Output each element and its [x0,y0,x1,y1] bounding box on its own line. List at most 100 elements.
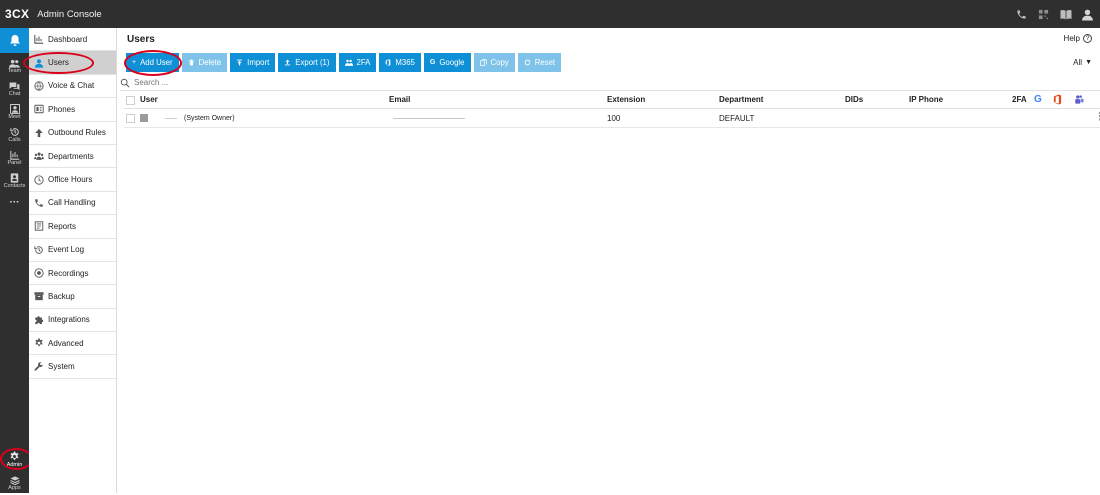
avatar [140,114,148,122]
department-cell: DEFAULT [719,114,755,123]
twofa-button[interactable]: 2FA [338,53,377,72]
history-icon [9,128,19,136]
copy-button[interactable]: Copy [473,53,515,72]
col-extension[interactable]: Extension [607,95,645,104]
sidebar-item-label: Departments [48,151,94,161]
delete-button[interactable]: Delete [181,53,228,72]
sidebar-item-users[interactable]: Users [29,51,116,75]
app-title: Admin Console [37,8,102,20]
office-icon [386,59,391,66]
sidebar-item-event-log[interactable]: Event Log [29,239,116,262]
search-input[interactable] [134,78,434,87]
sidebar-item-office-hours[interactable]: Office Hours [29,168,116,192]
copy-icon [479,59,487,66]
sidebar-item-recordings[interactable]: Recordings [29,262,116,286]
sidebar-item-label: Users [48,58,69,68]
sidebar-item-label: Integrations [48,315,90,325]
sidebar-item-label: Voice & Chat [48,81,95,91]
table-row[interactable]: (System Owner) 100 DEFAULT ⋮ [124,110,1100,128]
sidebar-item-call-handling[interactable]: Call Handling [29,192,116,216]
import-button[interactable]: Import [230,53,276,72]
admin-sidebar: Dashboard Users Voice & Chat Phones Outb… [23,28,117,493]
col-ip-phone[interactable]: IP Phone [909,95,943,104]
sidebar-item-phones[interactable]: Phones [29,98,116,122]
bell-icon [9,35,20,46]
rail-chat[interactable]: Chat [0,77,29,101]
rail-admin[interactable]: Admin [0,447,29,471]
report-icon [34,221,44,231]
row-checkbox[interactable] [126,114,135,123]
sidebar-item-outbound-rules[interactable]: Outbound Rules [29,122,116,145]
rail-calls[interactable]: Calls [0,123,29,147]
export-button[interactable]: Export (1) [278,53,336,72]
gear-icon [10,450,19,460]
rail-panel[interactable]: Panel [0,146,29,170]
select-all-checkbox[interactable] [126,96,135,105]
apps-icon [9,475,20,485]
add-user-button[interactable]: + Add User [126,53,179,72]
col-dids[interactable]: DIDs [845,95,863,104]
col-department[interactable]: Department [719,95,763,104]
top-icons [1015,8,1094,21]
refresh-icon [524,59,530,66]
history-icon [34,245,44,255]
filter-dropdown[interactable]: All ▼ [1073,58,1092,67]
sidebar-item-label: Outbound Rules [48,128,106,138]
sidebar-item-integrations[interactable]: Integrations [29,309,116,333]
help-link[interactable]: Help ? [1064,34,1092,43]
help-label: Help [1063,34,1080,43]
manual-icon[interactable] [1059,8,1072,21]
search-bar [120,75,1100,91]
user-cell: (System Owner) [184,115,235,122]
wrench-icon [34,361,44,372]
help-icon: ? [1083,34,1092,43]
phone-icon[interactable] [1015,8,1028,21]
sidebar-item-label: Event Log [48,245,85,255]
col-twofa[interactable]: 2FA [1012,95,1027,104]
sidebar-item-reports[interactable]: Reports [29,215,116,239]
col-email[interactable]: Email [389,95,410,104]
user-profile-icon[interactable] [1081,8,1094,21]
sidebar-item-label: Call Handling [48,198,96,208]
google-button[interactable]: G Google [423,53,471,72]
caret-down-icon: ▼ [1085,59,1092,66]
teams-col-icon [1074,94,1084,107]
rail-notifications[interactable] [0,28,29,53]
import-icon [237,59,243,66]
table-header: User Email Extension Department DIDs IP … [124,91,1100,109]
puzzle-icon [34,315,44,325]
google-g-icon: G [429,59,436,66]
redacted-email [393,118,465,119]
chart-icon [34,34,44,44]
sidebar-item-backup[interactable]: Backup [29,285,116,309]
extension-cell: 100 [607,114,621,123]
clock-icon [34,174,44,185]
sidebar-item-label: Reports [48,221,77,231]
main-content: Users Help ? + Add User Delete Import Ex… [117,28,1100,493]
sidebar-item-dashboard[interactable]: Dashboard [29,28,116,52]
rail-apps[interactable]: Apps [0,471,29,495]
m365-button[interactable]: M365 [379,53,421,72]
sidebar-item-system[interactable]: System [29,355,116,379]
sidebar-item-label: Recordings [48,268,89,278]
qr-code-icon[interactable] [1037,8,1050,21]
rail-meet[interactable]: Meet [0,100,29,124]
reset-button[interactable]: Reset [517,53,562,72]
sidebar-item-label: Backup [48,291,75,301]
col-user[interactable]: User [140,95,158,104]
chat-icon [9,81,20,90]
rail-contacts[interactable]: Contacts [0,169,29,193]
arrow-up-icon [34,128,44,138]
row-menu-icon[interactable]: ⋮ [1095,112,1100,123]
desk-phone-icon [34,104,44,114]
sidebar-item-label: Phones [48,104,76,114]
rail-team[interactable]: Team [0,54,29,78]
page-title: Users [127,34,155,45]
sidebar-item-label: System [48,362,75,372]
sidebar-item-advanced[interactable]: Advanced [29,332,116,356]
rail-more[interactable]: ··· [0,192,29,212]
app-rail: Team Chat Meet Calls Panel Contacts ··· … [0,28,33,495]
sidebar-item-voice-chat[interactable]: Voice & Chat [29,75,116,99]
users-icon [344,59,353,66]
sidebar-item-departments[interactable]: Departments [29,145,116,169]
